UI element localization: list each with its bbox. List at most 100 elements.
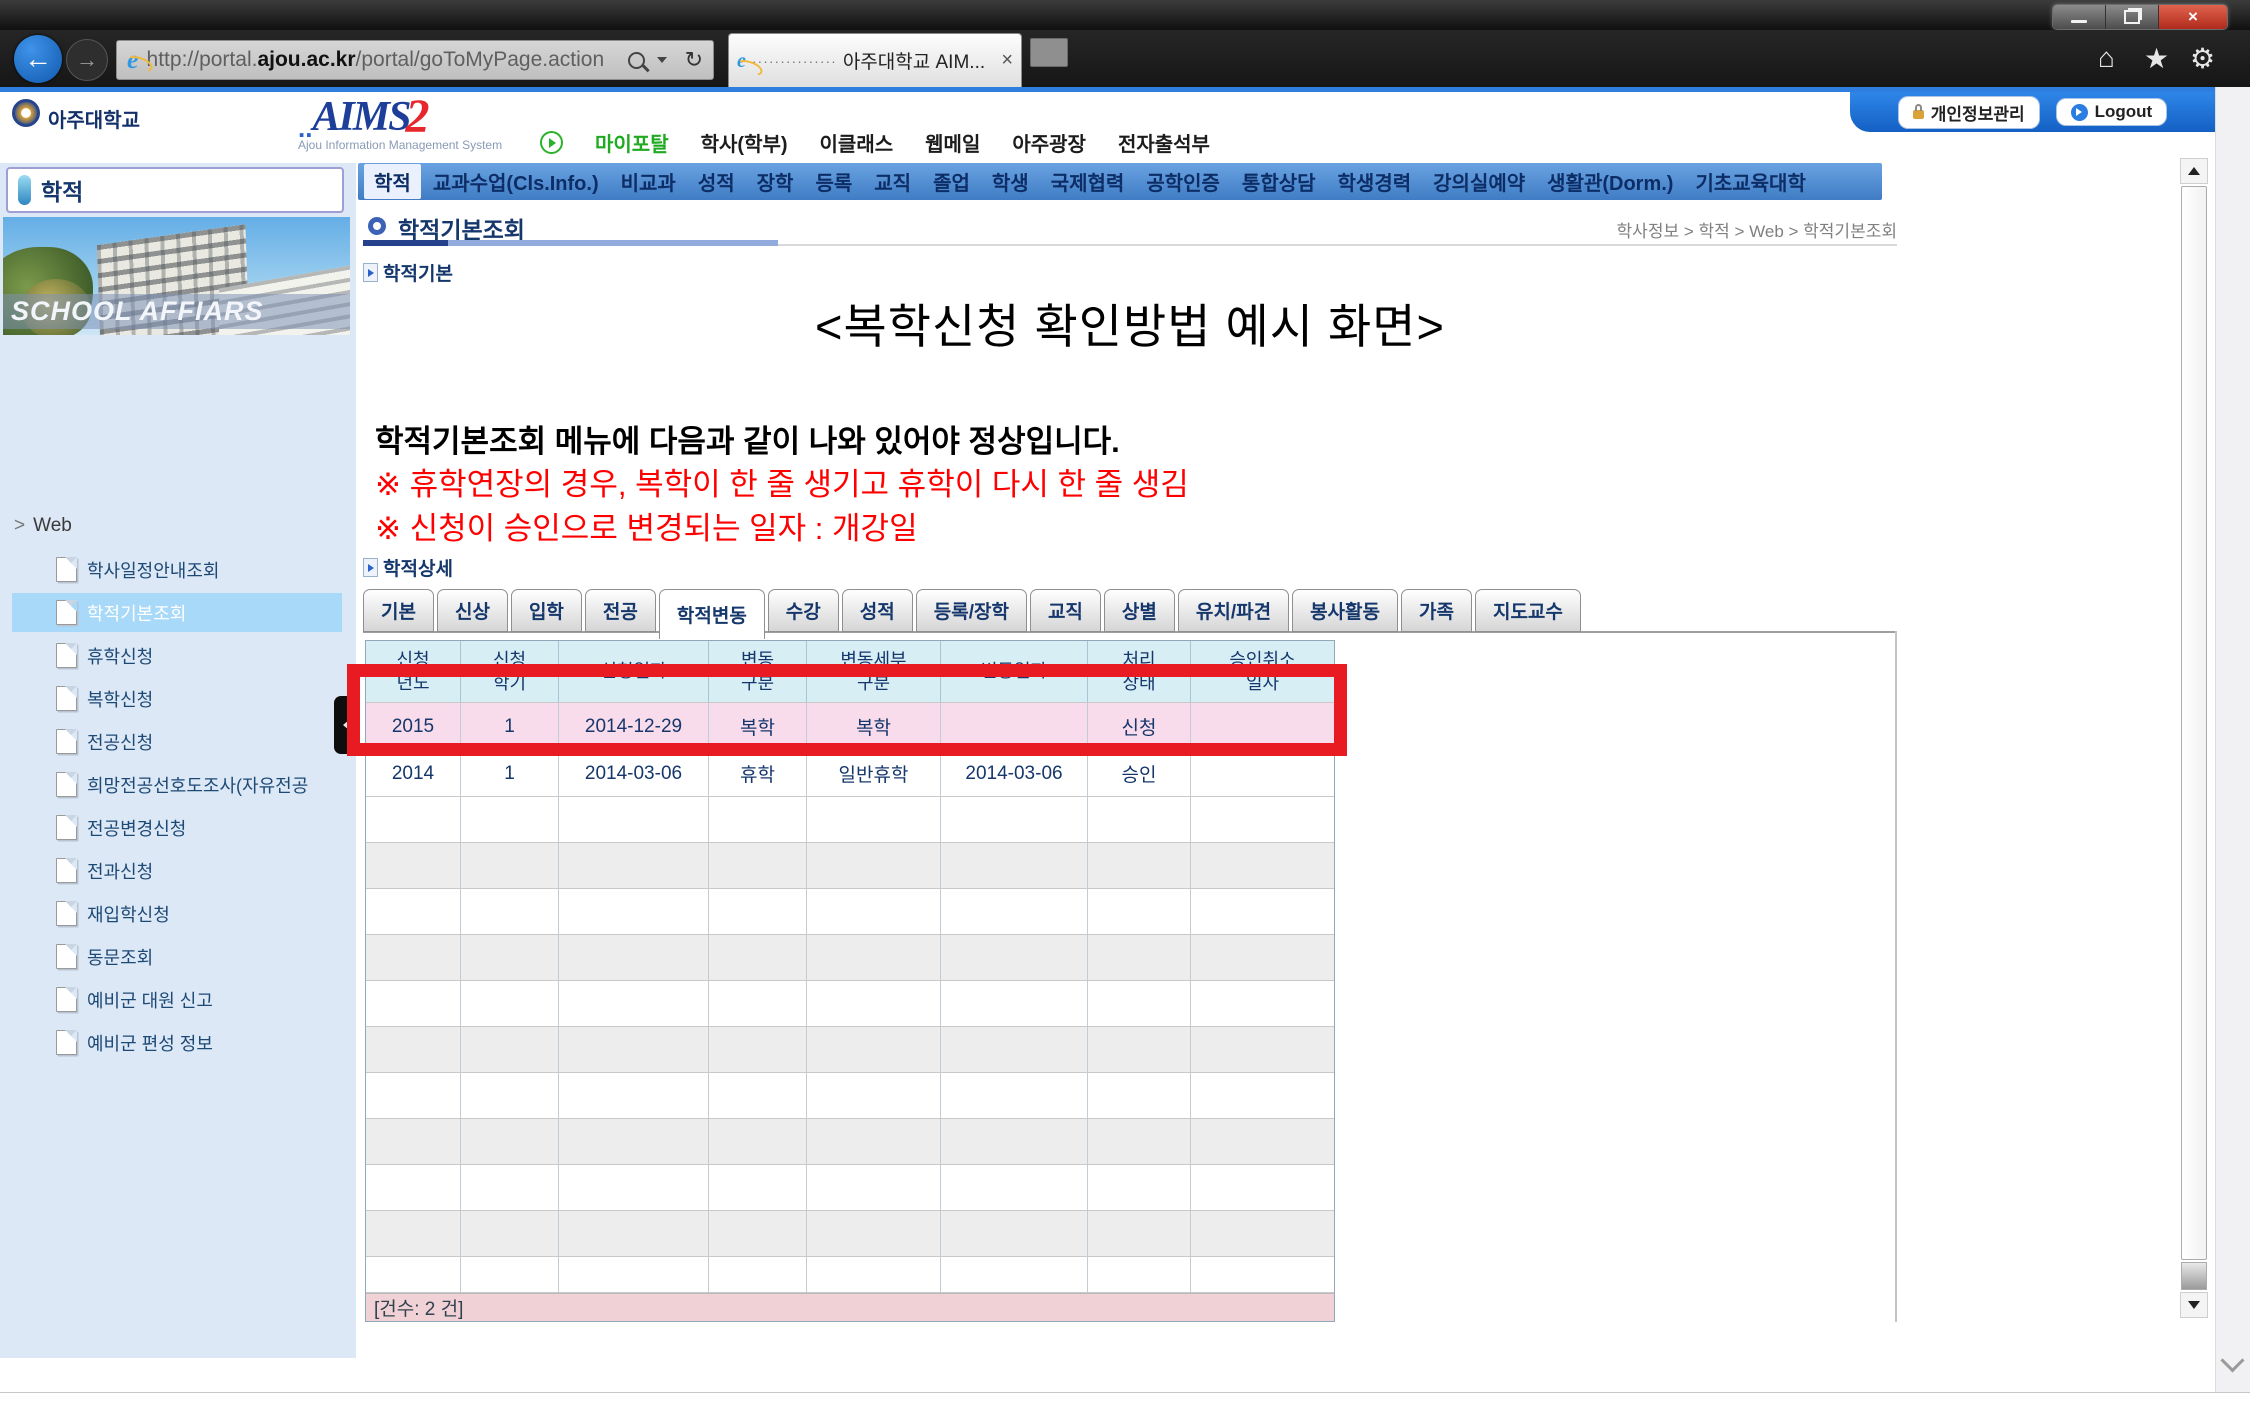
table-row: [366, 1073, 1334, 1119]
document-icon: [56, 858, 77, 883]
tab-volunteer[interactable]: 봉사활동: [1292, 589, 1398, 632]
menu-dorm[interactable]: 생활관(Dorm.): [1537, 164, 1683, 199]
sidebar-item-leave-application[interactable]: 휴학신청: [0, 634, 356, 677]
empty-table-rows: [366, 797, 1334, 1293]
menu-basic-education[interactable]: 기초교육대학: [1685, 164, 1815, 199]
sidebar-group-web[interactable]: > Web: [14, 515, 72, 537]
sidebar-item-major-preference[interactable]: 희망전공선호도조사(자유전공: [0, 763, 356, 806]
table-row: [366, 1211, 1334, 1257]
tab-admission[interactable]: 입학: [511, 589, 582, 632]
red-highlight-box: [347, 664, 1347, 756]
nav-item-myportal[interactable]: 마이포탈: [595, 128, 669, 157]
tab-registration-scholarship[interactable]: 등록/장학: [916, 589, 1027, 632]
menu-room-reservation[interactable]: 강의실예약: [1423, 164, 1535, 199]
document-icon: [56, 944, 77, 969]
home-icon[interactable]: ⌂: [2098, 42, 2115, 74]
minimize-icon: [2071, 20, 2087, 23]
menu-registration[interactable]: 등록: [805, 164, 862, 199]
url-text[interactable]: http://portal.ajou.ac.kr/portal/goToMyPa…: [147, 48, 620, 72]
arrow-up-icon: [2188, 167, 2200, 175]
logo-number: 2: [406, 98, 430, 136]
menu-bigyogwa[interactable]: 비교과: [611, 164, 686, 199]
tab-teaching[interactable]: 교직: [1030, 589, 1101, 632]
tab-advisor[interactable]: 지도교수: [1475, 589, 1581, 632]
browser-tab[interactable]: e ··············· 아주대학교 AIM... ×: [728, 33, 1022, 87]
document-icon: [56, 729, 77, 754]
refresh-icon[interactable]: ↻: [685, 47, 703, 73]
favorites-star-icon[interactable]: ★: [2144, 42, 2169, 75]
menu-international[interactable]: 국제협력: [1041, 164, 1135, 199]
tab-major[interactable]: 전공: [585, 589, 656, 632]
document-icon: [56, 901, 77, 926]
sidebar-item-readmission[interactable]: 재입학신청: [0, 892, 356, 935]
sidebar-item-alumni[interactable]: 동문조회: [0, 935, 356, 978]
tab-close-icon[interactable]: ×: [1001, 49, 1013, 72]
menu-student[interactable]: 학생: [982, 164, 1039, 199]
restore-icon: [2124, 10, 2140, 24]
menu-courses[interactable]: 교과수업(Cls.Info.): [423, 164, 609, 199]
tab-basic[interactable]: 기본: [363, 589, 434, 632]
logout-button[interactable]: Logout: [2056, 98, 2168, 126]
settings-gear-icon[interactable]: ⚙: [2190, 42, 2215, 75]
menu-hakjeok[interactable]: 학적: [364, 164, 421, 199]
sidebar-item-return-application[interactable]: 복학신청: [0, 677, 356, 720]
table-row: [366, 981, 1334, 1027]
group-arrow: >: [14, 515, 25, 537]
nav-item-haksa[interactable]: 학사(학부): [701, 128, 788, 157]
document-icon: [56, 686, 77, 711]
green-play-icon: [540, 131, 563, 154]
table-row: [366, 935, 1334, 981]
nav-item-webmail[interactable]: 웹메일: [925, 128, 980, 157]
sidebar-item-major-application[interactable]: 전공신청: [0, 720, 356, 763]
sidebar-item-record-inquiry[interactable]: 학적기본조회: [0, 591, 356, 634]
nav-item-eclass[interactable]: 이클래스: [820, 128, 894, 157]
tab-record-change[interactable]: 학적변동: [659, 589, 765, 639]
sidebar-item-calendar[interactable]: 학사일정안내조회: [0, 548, 356, 591]
header-account-band: 개인정보관리 Logout: [1850, 92, 2215, 132]
nav-item-attendance[interactable]: 전자출석부: [1118, 128, 1210, 157]
close-button[interactable]: ×: [2159, 5, 2227, 29]
menu-counseling[interactable]: 통합상담: [1232, 164, 1326, 199]
table-row: [366, 889, 1334, 935]
scrollbar-down-button[interactable]: [2180, 1292, 2208, 1318]
forward-button[interactable]: →: [66, 39, 108, 81]
tab-family[interactable]: 가족: [1401, 589, 1472, 632]
sidebar-item-reserve-report[interactable]: 예비군 대원 신고: [0, 978, 356, 1021]
sidebar-item-transfer[interactable]: 전과신청: [0, 849, 356, 892]
tab-grades[interactable]: 성적: [842, 589, 913, 632]
scrollbar-thumb[interactable]: [2181, 186, 2207, 1260]
sidebar-item-reserve-info[interactable]: 예비군 편성 정보: [0, 1021, 356, 1064]
restore-button[interactable]: [2106, 5, 2159, 29]
tab-enrollment[interactable]: 수강: [768, 589, 839, 632]
tab-personal[interactable]: 신상: [437, 589, 508, 632]
menu-scholarship[interactable]: 장학: [747, 164, 804, 199]
menu-grades[interactable]: 성적: [688, 164, 745, 199]
section-arrow-icon: [363, 558, 378, 577]
search-icon[interactable]: [628, 52, 645, 69]
table-row-2014-leave[interactable]: 2014 1 2014-03-06 휴학 일반휴학 2014-03-06 승인: [366, 751, 1334, 797]
window-titlebar: ×: [0, 0, 2250, 30]
scrollbar-up-button[interactable]: [2180, 158, 2208, 184]
address-bar[interactable]: e http://portal.ajou.ac.kr/portal/goToMy…: [116, 40, 714, 80]
minimize-button[interactable]: [2053, 5, 2106, 29]
chevron-down-icon[interactable]: [657, 57, 667, 63]
sidebar-item-major-change[interactable]: 전공변경신청: [0, 806, 356, 849]
tab-dispatch[interactable]: 유치/파견: [1178, 589, 1289, 632]
menu-teaching[interactable]: 교직: [864, 164, 921, 199]
nav-item-plaza[interactable]: 아주광장: [1012, 128, 1086, 157]
back-button[interactable]: ←: [14, 35, 62, 83]
new-tab-button[interactable]: [1030, 38, 1068, 67]
portal-top-nav: 마이포탈 학사(학부) 이클래스 웹메일 아주광장 전자출석부: [540, 128, 1210, 157]
capsule-icon: [18, 175, 31, 205]
browser-scroll-gutter: [2215, 87, 2250, 1392]
section-label-basic: 학적기본: [363, 259, 453, 286]
menu-career[interactable]: 학생경력: [1328, 164, 1422, 199]
aims2-logo: .. AIMS 2 Ajou Information Management Sy…: [298, 98, 558, 152]
sidebar-section-title: 학적: [41, 173, 83, 207]
privacy-settings-button[interactable]: 개인정보관리: [1898, 96, 2040, 129]
menu-graduation[interactable]: 졸업: [923, 164, 980, 199]
tab-rewards[interactable]: 상별: [1104, 589, 1175, 632]
document-icon: [56, 815, 77, 840]
menu-engineering-cert[interactable]: 공학인증: [1136, 164, 1230, 199]
red-note-2: ※ 신청이 승인으로 변경되는 일자 : 개강일: [375, 503, 918, 548]
